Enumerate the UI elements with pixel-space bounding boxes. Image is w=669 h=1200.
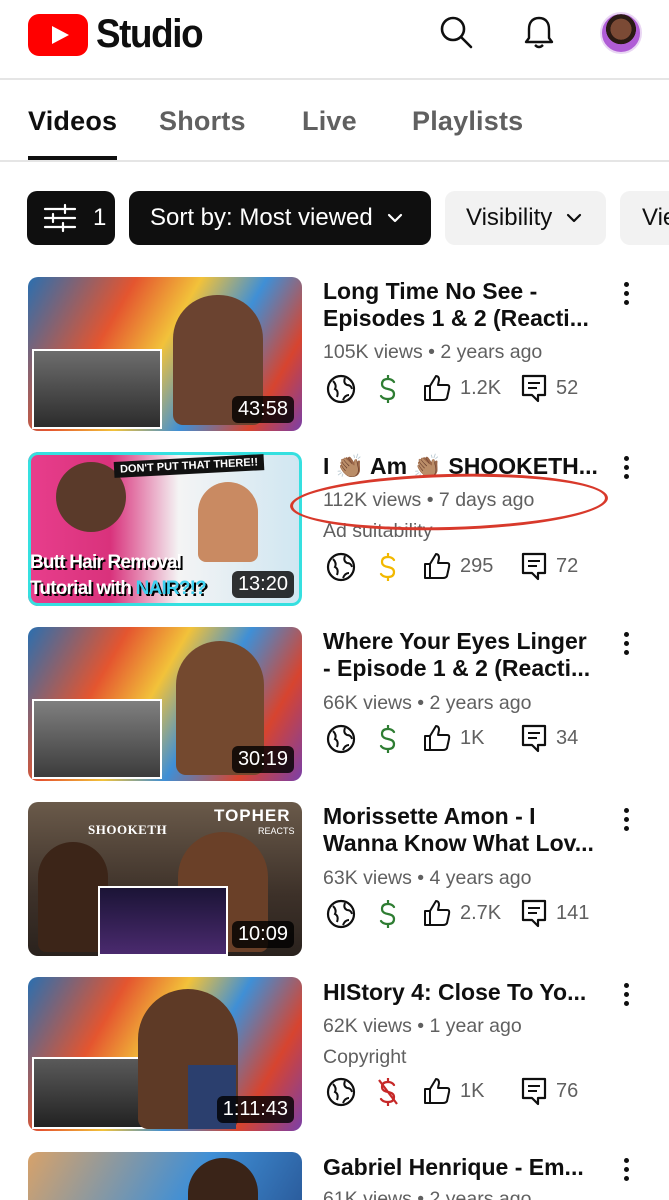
comment-icon[interactable]: [520, 373, 548, 405]
video-thumbnail[interactable]: 1:11:43: [28, 977, 302, 1131]
views-dropdown[interactable]: Vie: [620, 191, 669, 245]
filter-count: 1: [93, 204, 107, 231]
thumbnail-caption: SHOOKETH: [88, 822, 168, 837]
video-thumbnail[interactable]: 43:58: [28, 277, 302, 431]
monetization-icon[interactable]: [376, 1076, 400, 1108]
comment-icon[interactable]: [520, 1076, 548, 1108]
video-meta: 66K views • 2 years ago: [323, 692, 532, 714]
bell-icon[interactable]: [521, 14, 557, 50]
more-options-icon[interactable]: [618, 282, 634, 306]
video-stats: 295 72: [323, 551, 623, 583]
like-count: 1.2K: [460, 377, 502, 399]
more-options-icon[interactable]: [618, 1158, 634, 1182]
comment-count: 72: [556, 555, 579, 577]
comment-count: 52: [556, 377, 579, 399]
video-meta: 105K views • 2 years ago: [323, 341, 543, 363]
video-duration: 43:58: [231, 396, 294, 423]
video-title[interactable]: HIStory 4: Close To Yo...: [323, 979, 613, 1006]
active-tab-indicator: [28, 156, 117, 160]
app-title: Studio: [96, 12, 204, 56]
video-duration: 13:20: [231, 571, 294, 598]
like-icon: [422, 723, 452, 755]
monetization-icon[interactable]: [376, 898, 400, 930]
more-options-icon[interactable]: [618, 983, 634, 1007]
app-header: Studio: [0, 0, 669, 80]
comment-count: 141: [556, 902, 590, 924]
thumbnail-caption: Tutorial with NAIR?!?: [30, 578, 207, 599]
video-thumbnail[interactable]: 30:19: [28, 627, 302, 781]
comment-icon[interactable]: [520, 551, 548, 583]
tab-playlists[interactable]: Playlists: [412, 106, 523, 137]
content-tabs: Videos Shorts Live Playlists: [0, 80, 669, 162]
video-title[interactable]: Where Your Eyes Linger - Episode 1 & 2 (…: [323, 628, 613, 682]
sort-label: Sort by: Most viewed: [150, 204, 373, 231]
channel-watermark: TOPHER: [214, 806, 291, 825]
like-icon: [422, 551, 452, 583]
video-duration: 30:19: [231, 746, 294, 773]
video-title[interactable]: Morissette Amon - I Wanna Know What Lov.…: [323, 803, 613, 857]
like-icon: [422, 1076, 452, 1108]
like-icon: [422, 898, 452, 930]
globe-icon[interactable]: [325, 373, 357, 405]
video-stats: 1K 34: [323, 723, 623, 755]
visibility-label: Visibility: [466, 204, 553, 231]
thumbnail-inset: [98, 886, 228, 956]
sort-dropdown[interactable]: Sort by: Most viewed: [129, 191, 431, 245]
like-count: 2.7K: [460, 902, 502, 924]
globe-icon[interactable]: [325, 1076, 357, 1108]
visibility-dropdown[interactable]: Visibility: [445, 191, 606, 245]
video-meta: 63K views • 4 years ago: [323, 867, 532, 889]
video-stats: 1.2K 52: [323, 373, 623, 405]
monetization-icon[interactable]: [376, 723, 400, 755]
chevron-down-icon: [387, 213, 402, 223]
like-count: 1K: [460, 1080, 485, 1102]
channel-watermark: REACTS: [258, 826, 295, 836]
globe-icon[interactable]: [325, 551, 357, 583]
video-duration: 10:09: [231, 921, 294, 948]
filter-sliders-icon: [43, 203, 77, 233]
copyright-label[interactable]: Copyright: [323, 1046, 406, 1069]
avatar[interactable]: [600, 12, 642, 54]
comment-icon[interactable]: [520, 723, 548, 755]
video-title[interactable]: Gabriel Henrique - Em...: [323, 1154, 613, 1181]
more-options-icon[interactable]: [618, 808, 634, 832]
comment-count: 34: [556, 727, 579, 749]
thumbnail-person: [188, 1158, 258, 1200]
video-stats: 2.7K 141: [323, 898, 623, 930]
more-options-icon[interactable]: [618, 456, 634, 480]
comment-count: 76: [556, 1080, 579, 1102]
like-count: 1K: [460, 727, 485, 749]
globe-icon[interactable]: [325, 898, 357, 930]
youtube-studio-logo[interactable]: Studio: [28, 12, 211, 57]
thumbnail-caption: Butt Hair Removal: [30, 552, 182, 573]
filter-button[interactable]: 1: [27, 191, 115, 245]
thumbnail-person: [198, 482, 258, 562]
video-meta: 62K views • 1 year ago: [323, 1015, 522, 1037]
tab-live[interactable]: Live: [302, 106, 357, 137]
video-title[interactable]: Long Time No See - Episodes 1 & 2 (React…: [323, 278, 613, 332]
search-icon[interactable]: [438, 14, 474, 50]
video-meta: 61K views • 2 years ago: [323, 1188, 532, 1200]
chevron-down-icon: [567, 213, 582, 223]
views-label: Vie: [642, 204, 669, 231]
like-icon: [422, 373, 452, 405]
video-thumbnail[interactable]: SHOOKETH TOPHER REACTS 10:09: [28, 802, 302, 956]
like-count: 295: [460, 555, 494, 577]
thumbnail-inset: [32, 349, 162, 429]
tab-shorts[interactable]: Shorts: [159, 106, 246, 137]
monetization-icon[interactable]: [376, 551, 400, 583]
video-thumbnail[interactable]: DON'T PUT THAT THERE!! Butt Hair Removal…: [28, 452, 302, 606]
globe-icon[interactable]: [325, 723, 357, 755]
tab-videos[interactable]: Videos: [28, 106, 117, 137]
youtube-play-icon: [28, 13, 88, 56]
monetization-icon[interactable]: [376, 373, 400, 405]
more-options-icon[interactable]: [618, 632, 634, 656]
comment-icon[interactable]: [520, 898, 548, 930]
video-thumbnail[interactable]: [28, 1152, 302, 1200]
video-stats: 1K 76: [323, 1076, 623, 1108]
video-duration: 1:11:43: [216, 1096, 294, 1123]
thumbnail-inset: [32, 699, 162, 779]
